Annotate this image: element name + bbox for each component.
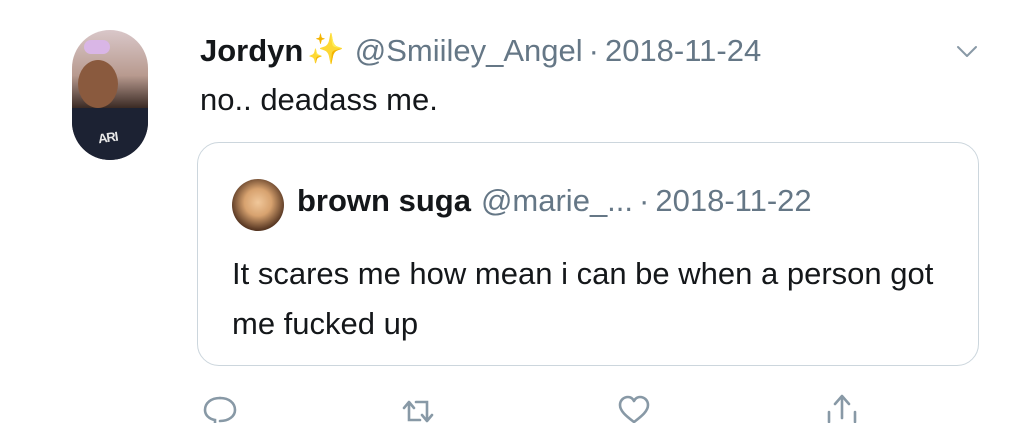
sparkles-icon: ✨ — [307, 33, 345, 66]
author-handle[interactable]: @Smiiley_Angel — [355, 35, 583, 66]
avatar-face — [78, 60, 118, 108]
quoted-tweet[interactable]: brown suga @marie_... · 2018-11-22 It sc… — [197, 142, 979, 366]
author-name[interactable]: Jordyn — [200, 35, 303, 66]
tweet-text: no.. deadass me. — [200, 82, 438, 117]
share-icon[interactable] — [822, 390, 862, 423]
quoted-tweet-text: It scares me how mean i can be when a pe… — [232, 256, 934, 341]
heart-icon[interactable] — [614, 390, 654, 423]
reply-icon[interactable] — [200, 390, 240, 423]
quoted-separator-dot: · — [639, 183, 650, 218]
tweet-header: Jordyn ✨ @Smiiley_Angel · 2018-11-24 — [200, 28, 761, 72]
quoted-tweet-header: brown suga @marie_... · 2018-11-22 — [297, 185, 812, 216]
separator-dot: · — [588, 32, 599, 68]
tweet-actions — [0, 390, 1024, 423]
quoted-tweet-date: 2018-11-22 — [655, 183, 812, 218]
quoted-author-name: brown suga — [297, 183, 471, 218]
avatar-bow — [84, 40, 110, 54]
retweet-icon[interactable] — [398, 390, 438, 423]
tweet[interactable]: ARI Jordyn ✨ @Smiiley_Angel · 2018-11-24… — [0, 0, 1024, 423]
tweet-date[interactable]: 2018-11-24 — [605, 35, 761, 66]
author-avatar[interactable]: ARI — [72, 30, 148, 160]
quoted-author-avatar — [232, 179, 284, 231]
quoted-author-handle: @marie_... — [480, 183, 634, 218]
chevron-down-icon[interactable] — [956, 40, 978, 62]
avatar-hoodie-text: ARI — [97, 128, 119, 147]
